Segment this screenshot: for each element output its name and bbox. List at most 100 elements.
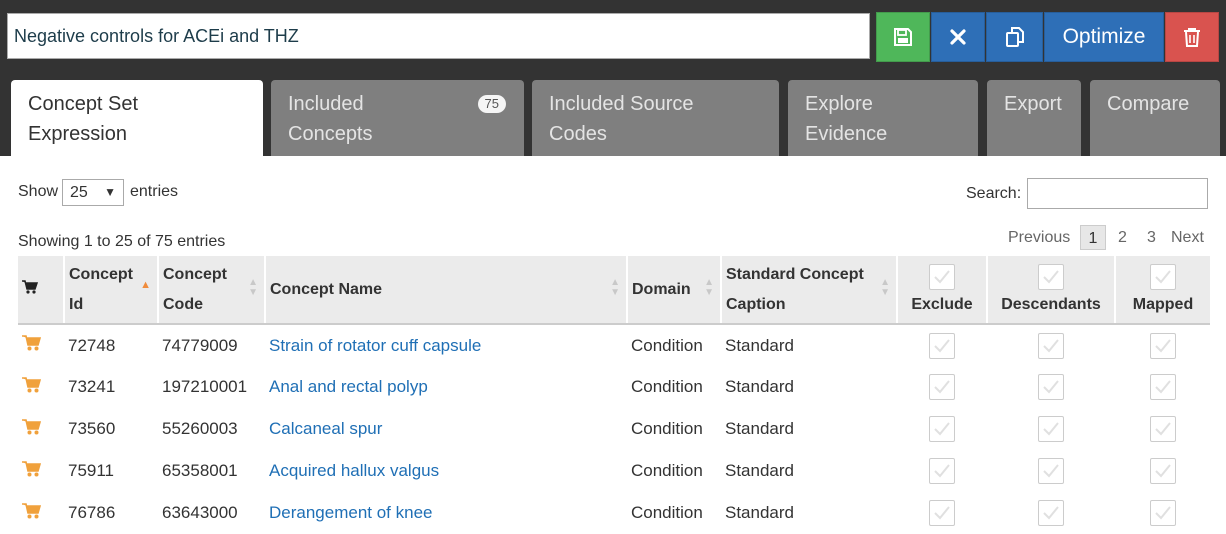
trash-icon (1184, 28, 1200, 47)
dropdown-arrow-icon: ▼ (104, 185, 116, 199)
save-button[interactable] (876, 12, 930, 62)
header-label: Mapped (1132, 296, 1194, 313)
shopping-cart-icon (22, 376, 42, 392)
header-descendants: Descendants (987, 256, 1116, 325)
domain: Condition (631, 335, 703, 355)
check-icon (934, 270, 950, 284)
tab-concept-set-expression[interactable]: Concept Set Expression (11, 80, 263, 156)
optimize-button[interactable]: Optimize (1044, 12, 1164, 62)
table-header-row: Concept Id ▲ Concept Code ▲ ▼ Concept Nam… (18, 256, 1210, 325)
header-domain[interactable]: Domain ▲ ▼ (627, 256, 722, 325)
header-concept-id[interactable]: Concept Id ▲ (64, 256, 159, 325)
tab-label-line1: Explore (805, 93, 873, 115)
tab-label-line2: Expression (28, 123, 127, 145)
descendants-checkbox[interactable] (1038, 500, 1064, 526)
check-icon (1043, 380, 1059, 394)
exclude-checkbox[interactable] (929, 332, 955, 359)
descendants-checkbox[interactable] (1038, 374, 1064, 400)
mapped-checkbox[interactable] (1149, 416, 1176, 442)
shopping-cart-icon (22, 502, 42, 518)
mapped-checkbox[interactable] (1149, 374, 1176, 400)
check-icon (1043, 270, 1059, 284)
copy-button[interactable] (986, 12, 1043, 62)
delete-button[interactable] (1165, 12, 1219, 62)
header-cart[interactable] (18, 256, 65, 325)
mapped-checkbox[interactable] (1149, 458, 1176, 484)
domain: Condition (631, 461, 703, 480)
exclude-checkbox[interactable] (929, 500, 955, 526)
tab-explore-evidence[interactable]: Explore Evidence (788, 80, 978, 156)
concept-id: 73560 (68, 419, 116, 438)
tab-export[interactable]: Export (987, 80, 1081, 156)
tab-label-line1: Included (288, 93, 364, 115)
header-standard-concept-caption[interactable]: Standard Concept Caption ▲ ▼ (721, 256, 898, 325)
tab-included-concepts[interactable]: Included Concepts 75 (271, 80, 524, 156)
concept-id: 75911 (68, 461, 115, 480)
cart-cell[interactable] (18, 324, 64, 366)
search-input[interactable] (1027, 178, 1208, 209)
descendants-checkbox[interactable] (1038, 458, 1064, 484)
concept-name-link[interactable]: Strain of rotator cuff capsule (269, 336, 481, 355)
sort-icon: ▲ ▼ (880, 277, 890, 298)
tab-label-line2: Codes (549, 123, 607, 145)
mapped-all-checkbox[interactable] (1150, 264, 1176, 290)
pagination-page-3[interactable]: 3 (1147, 225, 1156, 250)
concept-id: 72748 (68, 335, 116, 355)
pagination-page-1[interactable]: 1 (1080, 225, 1106, 250)
mapped-checkbox[interactable] (1149, 500, 1176, 526)
header-concept-name[interactable]: Concept Name ▲ ▼ (265, 256, 628, 325)
domain: Condition (631, 377, 703, 396)
tab-compare[interactable]: Compare (1090, 80, 1220, 156)
tab-label-line2: Evidence (805, 123, 888, 145)
tab-label-line1: Compare (1107, 93, 1190, 115)
header-label-line2: Code (163, 295, 203, 313)
concept-name-link[interactable]: Derangement of knee (269, 503, 433, 522)
cart-cell[interactable] (18, 366, 64, 408)
concept-set-name-input[interactable] (7, 13, 870, 59)
check-icon (1154, 464, 1171, 478)
close-button[interactable] (931, 12, 985, 62)
concept-name-link[interactable]: Calcaneal spur (269, 419, 382, 438)
exclude-checkbox[interactable] (929, 416, 955, 442)
concept-set-header: Optimize Concept Set Expression Included… (0, 0, 1226, 156)
standard-concept-caption: Standard (725, 503, 794, 522)
cart-cell[interactable] (18, 408, 64, 450)
check-icon (1154, 422, 1171, 436)
header-label-line2: Id (69, 295, 84, 313)
descendants-checkbox[interactable] (1038, 416, 1064, 442)
descendants-all-checkbox[interactable] (1038, 264, 1064, 290)
header-concept-code[interactable]: Concept Code ▲ ▼ (158, 256, 266, 325)
exclude-all-checkbox[interactable] (929, 264, 955, 290)
check-icon (1154, 338, 1171, 352)
table-row: 73560 55260003 Calcaneal spur Condition Stan… (18, 408, 1210, 450)
pagination-next[interactable]: Next (1171, 225, 1204, 250)
concept-code: 197210001 (162, 377, 248, 396)
tab-label-line1: Concept Set (28, 93, 139, 115)
page-length-select[interactable]: 25 ▼ (62, 179, 124, 206)
pagination-page-2[interactable]: 2 (1118, 225, 1127, 250)
descendants-checkbox[interactable] (1038, 332, 1064, 359)
header-mapped: Mapped (1115, 256, 1210, 325)
cart-cell[interactable] (18, 450, 64, 492)
check-icon (1154, 506, 1171, 520)
show-label: Show (18, 183, 59, 200)
sort-icon: ▲ ▼ (248, 277, 258, 298)
header-label: Descendants (1001, 296, 1101, 313)
exclude-checkbox[interactable] (929, 374, 955, 400)
exclude-checkbox[interactable] (929, 458, 955, 484)
domain: Condition (631, 419, 703, 438)
check-icon (1043, 338, 1059, 352)
cart-cell[interactable] (18, 492, 64, 534)
tab-included-source-codes[interactable]: Included Source Codes (532, 80, 779, 156)
shopping-cart-icon (22, 279, 39, 294)
standard-concept-caption: Standard (725, 335, 794, 355)
mapped-checkbox[interactable] (1149, 332, 1176, 359)
pagination-previous[interactable]: Previous (1008, 225, 1070, 250)
check-icon (934, 338, 950, 352)
concept-name-link[interactable]: Acquired hallux valgus (269, 461, 439, 480)
concept-code: 55260003 (162, 419, 238, 438)
concept-name-link[interactable]: Anal and rectal polyp (269, 377, 428, 396)
x-icon (950, 29, 966, 45)
copy-icon (1005, 27, 1024, 47)
count-badge: 75 (477, 95, 506, 113)
